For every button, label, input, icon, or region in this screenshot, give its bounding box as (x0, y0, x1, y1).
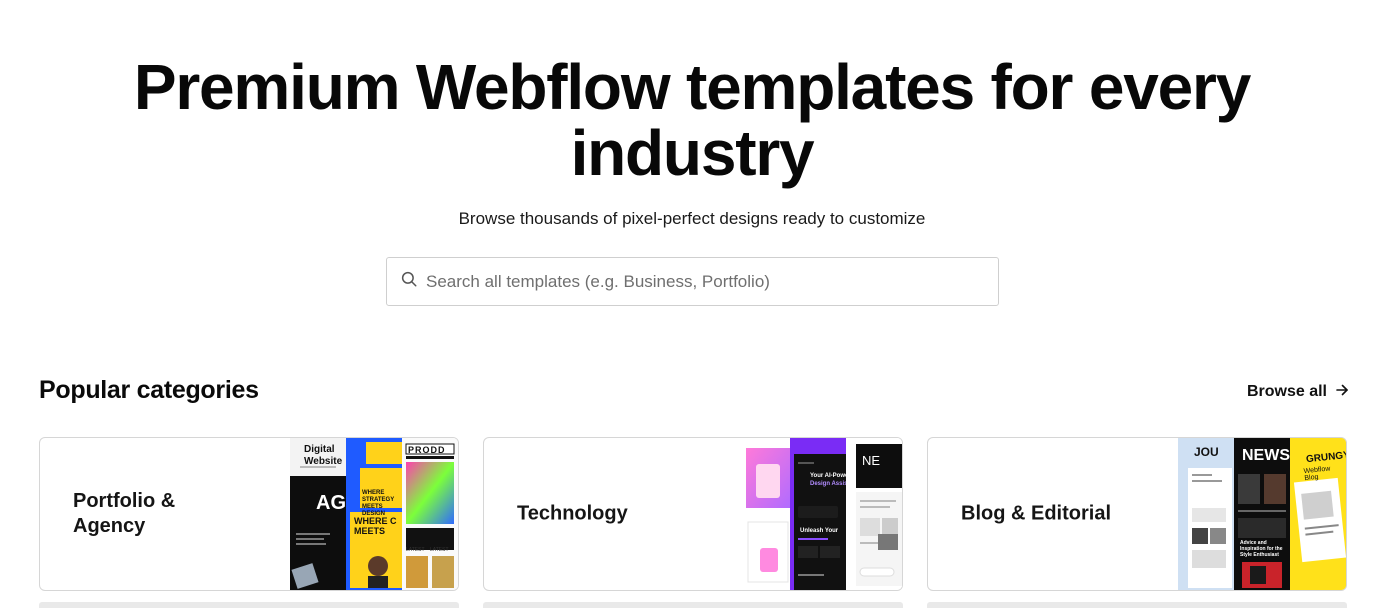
next-row-card-edge (927, 602, 1347, 608)
category-thumbnails: Your AI-Powered Design Assistant Unleash… (734, 438, 902, 590)
category-card-blog-editorial[interactable]: Blog & Editorial JOU NEWS Advice and Ins… (927, 437, 1347, 591)
next-row-card-edge (483, 602, 903, 608)
thumb-text: Website (304, 456, 343, 467)
category-thumbnails: JOU NEWS Advice and Inspiration for the … (1178, 438, 1346, 590)
browse-all-link[interactable]: Browse all (1247, 383, 1348, 401)
category-card-portfolio-agency[interactable]: Portfolio & Agency Digital Website AG WH… (39, 437, 459, 591)
template-thumbnail (402, 438, 458, 590)
category-card-technology[interactable]: Technology Your AI-Powered Design Assist… (483, 437, 903, 591)
thumb-text: WHERE STRATEGY MEETS DESIGN (362, 490, 395, 517)
thumb-text: NE (862, 453, 881, 468)
arrow-right-icon (1336, 383, 1348, 401)
thumb-text: NEWS (1242, 447, 1290, 464)
thumb-text: Advice and Inspiration for the Style Ent… (1240, 540, 1283, 558)
search-icon (400, 270, 418, 293)
thumb-text: AG (316, 492, 346, 514)
thumb-text: Unleash Your (800, 528, 839, 534)
browse-all-label: Browse all (1246, 383, 1327, 400)
template-thumbnail (734, 438, 790, 590)
category-label: Portfolio & Agency (73, 490, 176, 537)
category-label: Blog & Editorial (961, 502, 1111, 525)
thumb-text: PRODD (408, 445, 446, 455)
template-thumbnail (790, 438, 846, 590)
search-box[interactable] (386, 257, 999, 306)
thumb-text: WHERE C MEETS (354, 516, 397, 536)
thumb-text: LATEST (406, 547, 425, 553)
thumb-text: LATEST (430, 547, 449, 553)
hero-title: Premium Webflow templates for every indu… (133, 51, 1251, 189)
category-label: Technology (517, 502, 628, 525)
category-thumbnails: Digital Website AG WHERE STRATEGY MEETS … (290, 438, 458, 590)
thumb-text: JOU (1194, 445, 1219, 459)
search-input[interactable] (426, 271, 986, 292)
template-thumbnail (1178, 438, 1234, 590)
hero-subtitle: Browse thousands of pixel-perfect design… (458, 209, 926, 228)
thumb-text: Digital (304, 444, 335, 455)
popular-categories-heading: Popular categories (39, 376, 259, 404)
next-row-card-edge (39, 602, 459, 608)
